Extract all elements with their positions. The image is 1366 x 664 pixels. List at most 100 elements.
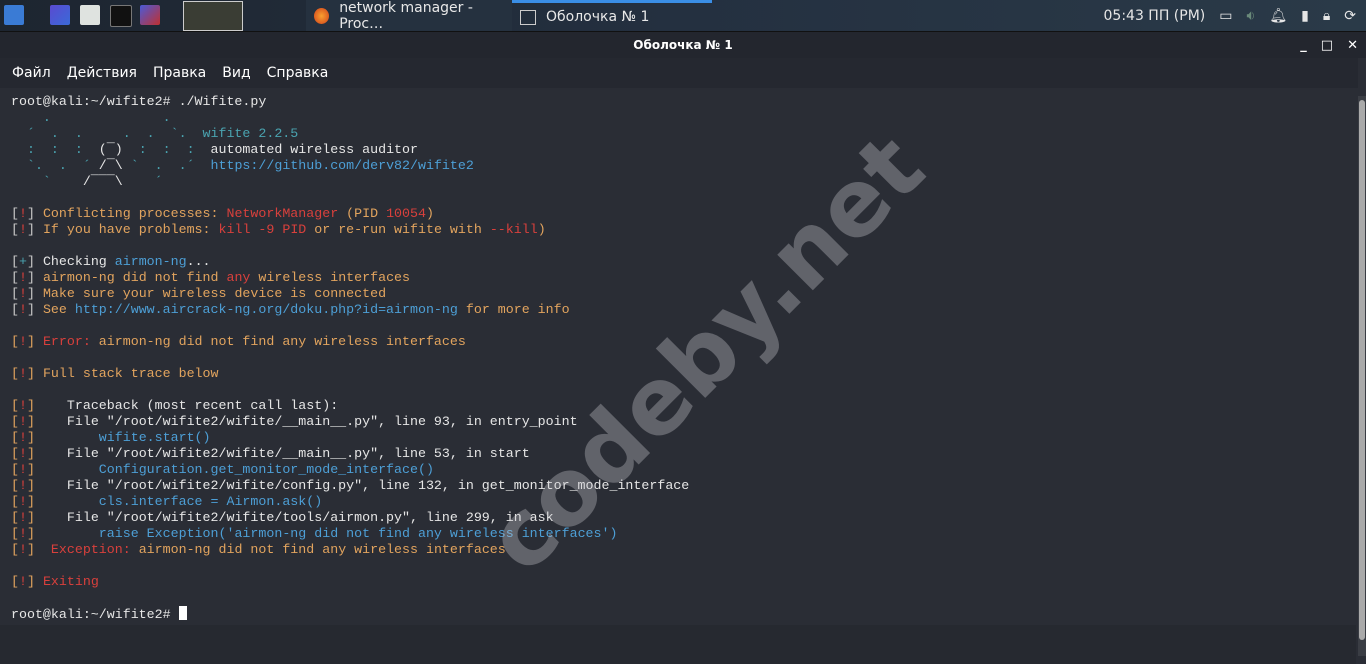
terminal-text: (¯) — [98, 142, 123, 157]
terminal-text: ] — [26, 414, 67, 429]
file-manager-icon[interactable] — [80, 5, 100, 25]
terminal-text: . . — [11, 110, 203, 125]
workspace-icon[interactable] — [50, 5, 70, 25]
scrollbar-thumb[interactable] — [1359, 100, 1365, 640]
terminal-text: File "/root/wifite2/wifite/__main__.py",… — [66, 446, 530, 461]
terminal-text: + — [18, 254, 27, 269]
clock[interactable]: 05:43 ПП (PM) — [1104, 8, 1206, 24]
terminal-text: [ — [11, 478, 19, 493]
terminal-text: ... — [186, 254, 211, 269]
terminal-text: raise Exception('airmon-ng did not find … — [98, 526, 618, 541]
terminal-text: [ — [11, 526, 19, 541]
display-icon[interactable]: ▭ — [1219, 8, 1232, 24]
terminal-text: for more info — [457, 302, 570, 317]
terminal-text: ! — [18, 206, 27, 221]
terminal-line: [!] Make sure your wireless device is co… — [11, 286, 689, 302]
terminal-text: ! — [18, 286, 27, 301]
terminal-text: If you have problems: — [42, 222, 219, 237]
terminal-text: [ — [11, 206, 19, 221]
terminal-text: ! — [18, 462, 27, 477]
terminal-line: [!] File "/root/wifite2/wifite/tools/air… — [11, 510, 689, 526]
terminal-line: ` /¯¯¯\ ´ — [11, 174, 689, 190]
terminal-text: Exiting — [42, 574, 99, 589]
terminal-text: ] — [26, 510, 67, 525]
terminal-text: ) — [425, 206, 434, 221]
terminal-text: /¯\ — [98, 158, 123, 173]
screen-recorder-icon[interactable] — [140, 5, 160, 25]
terminal-text: http://www.aircrack-ng.org/doku.php?id=a… — [74, 302, 458, 317]
terminal-text: [ — [11, 446, 19, 461]
window-title: Оболочка № 1 — [0, 32, 1366, 58]
terminal-text: Checking — [42, 254, 115, 269]
terminal-text: https://github.com/derv82/wifite2 — [210, 158, 474, 173]
menu-help[interactable]: Справка — [267, 65, 329, 81]
terminal-line: ´ . . . . `. wifite 2.2.5 — [11, 126, 689, 142]
logout-icon[interactable]: ⟳ — [1344, 8, 1356, 24]
terminal-text: : : : — [11, 142, 99, 157]
menu-file[interactable]: Файл — [12, 65, 51, 81]
notification-bell-icon[interactable]: 🔔︎ — [1269, 8, 1287, 24]
terminal-text: [ — [11, 222, 19, 237]
terminal-text: ! — [18, 446, 27, 461]
battery-icon[interactable]: ▮ — [1301, 8, 1309, 24]
terminal-text: [ — [11, 366, 19, 381]
terminal-text: (PID — [338, 206, 387, 221]
terminal-text: ] — [26, 446, 67, 461]
terminal-text: File "/root/wifite2/wifite/__main__.py",… — [66, 414, 578, 429]
terminal-text: airmon-ng did not find any wireless inte… — [138, 542, 506, 557]
lock-icon[interactable]: 🔒︎ — [1323, 8, 1330, 24]
terminal-text: ` — [11, 174, 83, 189]
scrollbar[interactable] — [1358, 96, 1366, 656]
terminal-text: ´ . . . . `. — [11, 126, 203, 141]
terminal-line: root@kali:~/wifite2# ./Wifite.py — [11, 94, 689, 110]
terminal-cursor — [178, 606, 187, 620]
terminal-text: NetworkManager — [226, 206, 339, 221]
terminal-text: ! — [18, 430, 27, 445]
terminal-line: [!] wifite.start() — [11, 430, 689, 446]
terminal-text: ] — [26, 206, 43, 221]
terminal-text: File "/root/wifite2/wifite/tools/airmon.… — [66, 510, 554, 525]
menu-edit[interactable]: Правка — [153, 65, 206, 81]
terminal-text: ] — [26, 462, 99, 477]
terminal-output[interactable]: root@kali:~/wifite2# ./Wifite.py . . ´ .… — [0, 88, 1356, 664]
terminal-text: 10054 — [386, 206, 426, 221]
terminal-text: ! — [18, 478, 27, 493]
active-window-thumbnail[interactable] — [183, 1, 243, 31]
terminal-text: ´ — [122, 174, 203, 189]
menu-view[interactable]: Вид — [222, 65, 250, 81]
terminal-text: ! — [18, 574, 27, 589]
taskbar-task-terminal[interactable]: Оболочка № 1 — [512, 0, 712, 31]
terminal-line: [!] Conflicting processes: NetworkManage… — [11, 206, 689, 222]
terminal-line: [!] raise Exception('airmon-ng did not f… — [11, 526, 689, 542]
terminal-line: [!] Traceback (most recent call last): — [11, 398, 689, 414]
terminal-text: [ — [11, 302, 19, 317]
terminal-text: airmon-ng — [114, 254, 187, 269]
kali-menu-icon[interactable] — [4, 5, 24, 25]
terminal-line: [!] Error: airmon-ng did not find any wi… — [11, 334, 689, 350]
terminal-text: ] — [26, 398, 67, 413]
volume-icon[interactable]: 🔉︎ — [1246, 8, 1255, 24]
task-label: network manager - Proc… — [339, 0, 473, 32]
menu-actions[interactable]: Действия — [67, 65, 137, 81]
terminal-text: [ — [11, 574, 19, 589]
terminal-text: Make sure your wireless device is connec… — [42, 286, 387, 301]
terminal-text: [ — [11, 398, 19, 413]
terminal-text: --kill — [489, 222, 538, 237]
maximize-icon[interactable]: □ — [1321, 38, 1333, 53]
terminal-text: ] — [26, 478, 67, 493]
terminal-line: [!] Full stack trace below — [11, 366, 689, 382]
taskbar-task-firefox[interactable]: network manager - Proc… — [306, 0, 512, 32]
terminal-text: ] — [26, 286, 43, 301]
minimize-icon[interactable]: _ — [1300, 38, 1307, 53]
terminal-text: [ — [11, 334, 19, 349]
terminal-text: ) — [537, 222, 546, 237]
terminal-text: Configuration.get_monitor_mode_interface… — [98, 462, 434, 477]
terminal-text: or re-run wifite with — [306, 222, 490, 237]
close-icon[interactable]: ✕ — [1347, 38, 1358, 53]
terminal-text: [ — [11, 430, 19, 445]
terminal-line: [!] Configuration.get_monitor_mode_inter… — [11, 462, 689, 478]
terminal-launcher-icon[interactable] — [110, 5, 132, 27]
